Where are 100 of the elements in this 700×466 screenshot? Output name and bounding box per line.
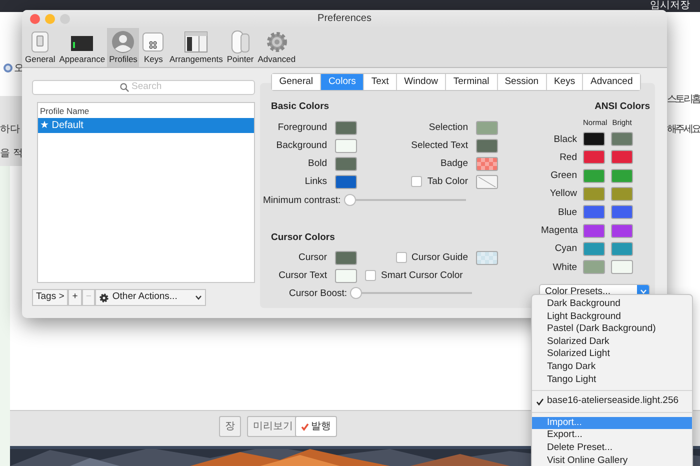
- editor-button[interactable]: 발행: [295, 416, 337, 437]
- slider-track[interactable]: [350, 287, 472, 300]
- menu-item[interactable]: Solarized Dark: [532, 336, 692, 348]
- tab[interactable]: General: [272, 74, 322, 90]
- color-well[interactable]: [335, 138, 357, 152]
- person-icon: [111, 30, 136, 54]
- keycap-icon: [141, 30, 166, 54]
- section-title: Cursor Colors: [271, 230, 336, 244]
- color-label: Background: [275, 139, 327, 152]
- windows-icon: [184, 30, 208, 54]
- background-text: 을 적: [0, 147, 23, 161]
- checkbox-label: Tab Color: [427, 175, 468, 188]
- color-label: White: [552, 260, 577, 274]
- color-well[interactable]: [611, 260, 633, 274]
- menu-item[interactable]: Pastel (Dark Background): [532, 323, 692, 336]
- menu-item[interactable]: Export...: [532, 429, 692, 442]
- color-label: Selection: [428, 121, 468, 134]
- menu-item[interactable]: Tango Light: [532, 374, 692, 386]
- menu-item[interactable]: Light Background: [532, 310, 692, 324]
- slider-thumb[interactable]: [344, 194, 356, 206]
- menu-item[interactable]: Solarized Light: [532, 348, 692, 361]
- color-label: Cursor: [297, 251, 327, 264]
- color-well[interactable]: [476, 156, 498, 170]
- gear-icon: [99, 292, 110, 302]
- color-label: Links: [304, 175, 327, 188]
- minimize-button[interactable]: [45, 14, 55, 24]
- menu-item[interactable]: Dark Background: [532, 298, 692, 311]
- color-well[interactable]: [583, 205, 605, 220]
- close-button[interactable]: [30, 14, 40, 24]
- color-well[interactable]: [583, 224, 605, 238]
- checkbox-label: Cursor Guide: [412, 251, 468, 264]
- toolbar-tab[interactable]: Advanced: [256, 28, 298, 67]
- editor-button[interactable]: 장: [219, 416, 241, 437]
- profile-row[interactable]: ★ Default: [38, 118, 254, 133]
- color-well[interactable]: [335, 120, 357, 134]
- header-text: 임시저장: [650, 0, 690, 12]
- window-title: Preferences: [318, 13, 372, 24]
- background-text: 해주세요: [667, 123, 700, 137]
- column-header: Profile Name: [39, 105, 90, 118]
- color-label: Blue: [556, 206, 577, 219]
- background-text: 하다: [0, 123, 20, 137]
- color-well[interactable]: [611, 168, 633, 183]
- color-well[interactable]: [611, 186, 633, 201]
- checkbox[interactable]: [396, 252, 406, 264]
- caret-icon: [195, 295, 202, 300]
- color-well[interactable]: [611, 150, 633, 164]
- add-button[interactable]: +: [68, 289, 82, 306]
- zoom-button[interactable]: [60, 14, 70, 24]
- color-well[interactable]: [611, 205, 633, 220]
- color-well[interactable]: [476, 120, 498, 134]
- slider-label: Minimum contrast:: [263, 194, 341, 206]
- color-label: Cursor Text: [278, 269, 327, 282]
- menu-item[interactable]: Tango Dark: [532, 360, 692, 374]
- chevron-icon: [640, 289, 646, 294]
- color-label: Foreground: [276, 121, 327, 134]
- toolbar-tab[interactable]: General: [23, 28, 58, 67]
- search-icon: [120, 83, 128, 92]
- color-well[interactable]: [335, 268, 357, 283]
- menu-item[interactable]: base16-atelierseaside.light.256: [532, 395, 692, 408]
- slider-track[interactable]: [344, 194, 466, 206]
- search-field[interactable]: Search: [132, 80, 168, 95]
- section-title: ANSI Colors: [594, 100, 650, 114]
- menu-item[interactable]: Delete Preset...: [532, 442, 692, 455]
- color-well[interactable]: [335, 250, 357, 265]
- empty-color-well[interactable]: [476, 174, 498, 188]
- slider-thumb[interactable]: [350, 287, 362, 300]
- color-well[interactable]: [476, 250, 498, 265]
- menu-item[interactable]: Visit Online Gallery: [532, 454, 692, 466]
- checkbox[interactable]: [365, 270, 376, 282]
- color-label: Selected Text: [410, 139, 468, 152]
- color-label: Badge: [440, 157, 468, 170]
- color-well[interactable]: [583, 242, 605, 256]
- color-well[interactable]: [611, 242, 633, 256]
- checkbox-label: Smart Cursor Color: [381, 269, 463, 282]
- color-well[interactable]: [611, 224, 633, 238]
- color-label: Yellow: [548, 187, 577, 200]
- color-label: Green: [550, 169, 577, 182]
- color-well[interactable]: [583, 168, 605, 183]
- slider-label: Cursor Boost:: [289, 286, 348, 300]
- toolbar-tab[interactable]: Appearance: [57, 28, 108, 67]
- toolbar-tab[interactable]: Keys: [139, 28, 168, 67]
- color-well[interactable]: [335, 174, 357, 188]
- checkbox[interactable]: [411, 176, 422, 187]
- color-well[interactable]: [611, 132, 633, 146]
- color-label: Red: [558, 150, 577, 164]
- color-well[interactable]: [583, 132, 605, 146]
- color-well[interactable]: [476, 138, 498, 152]
- color-well[interactable]: [583, 186, 605, 201]
- toolbar-tab[interactable]: Pointer: [224, 28, 256, 67]
- toolbar-tab[interactable]: Arrangements: [167, 28, 225, 67]
- other-actions-button[interactable]: Other Actions...: [95, 289, 206, 306]
- color-well[interactable]: [335, 156, 357, 170]
- color-well[interactable]: [583, 260, 605, 274]
- tags-button[interactable]: Tags >: [32, 289, 68, 306]
- color-label: Cyan: [554, 242, 577, 256]
- color-label: Black: [552, 132, 577, 146]
- check-icon: [536, 398, 544, 406]
- toolbar-tab[interactable]: Profiles: [107, 28, 140, 67]
- color-well[interactable]: [583, 150, 605, 164]
- globe-icon: [3, 63, 13, 73]
